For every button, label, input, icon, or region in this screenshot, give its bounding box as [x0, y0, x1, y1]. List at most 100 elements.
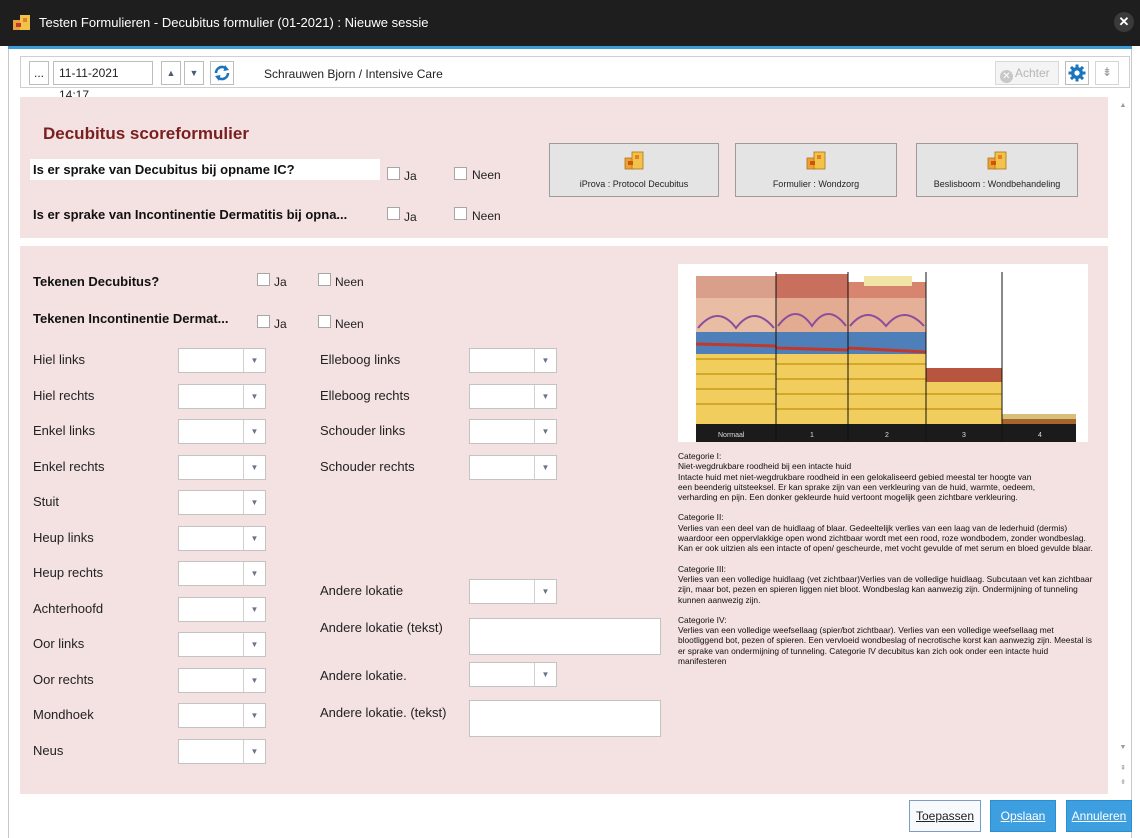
checkbox-q1-yes[interactable] [387, 167, 400, 180]
location-dropdown[interactable]: ▼ [178, 490, 266, 515]
checkbox-label: Neen [335, 275, 364, 289]
close-icon[interactable]: ✕ [1114, 12, 1134, 32]
field-label: Andere lokatie (tekst) [320, 620, 443, 635]
field-label: Stuit [33, 494, 60, 509]
form-title: Decubitus scoreformulier [43, 124, 249, 143]
chevron-down-icon: ▼ [534, 385, 556, 408]
back-button-label: Achter [1015, 66, 1050, 80]
checkbox-q1-no[interactable] [454, 167, 467, 180]
toolbar: ... 11-11-2021 14:17 ▲ ▼ Schrauwen Bjorn… [20, 56, 1130, 102]
field-label: Enkel links [33, 423, 96, 438]
question-signs-decubitus: Tekenen Decubitus? [33, 274, 160, 289]
location-dropdown[interactable]: ▼ [178, 597, 266, 622]
location-dropdown[interactable]: ▼ [178, 348, 266, 373]
field-label: Elleboog links [320, 352, 401, 367]
checkbox-label: Ja [404, 210, 417, 224]
text-andere-lokatie[interactable] [469, 618, 661, 655]
location-dropdown[interactable]: ▼ [178, 739, 266, 764]
location-dropdown[interactable]: ▼ [178, 384, 266, 409]
location-dropdown[interactable]: ▼ [178, 561, 266, 586]
text-andere-lokatie-2[interactable] [469, 700, 661, 737]
chevron-down-icon: ▼ [243, 420, 265, 443]
image-label: 2 [885, 432, 889, 439]
form-link-button[interactable]: iProva : Protocol Decubitus [549, 143, 719, 197]
apply-button[interactable]: Toepassen [909, 800, 981, 832]
back-button[interactable]: ✕ Achter [995, 61, 1059, 85]
checkbox-signs-yes[interactable] [257, 273, 270, 286]
form-link-button[interactable]: Beslisboom : Wondbehandeling [916, 143, 1078, 197]
scroll-up-icon[interactable]: ▲ [1116, 102, 1130, 109]
checkbox-label: Ja [274, 317, 287, 331]
chevron-down-icon: ▼ [243, 633, 265, 656]
scroll-page-down-icon[interactable]: ⇟ [1116, 778, 1130, 786]
image-label: 1 [810, 432, 814, 439]
location-dropdown[interactable]: ▼ [178, 455, 266, 480]
datetime-field[interactable]: 11-11-2021 14:17 [53, 61, 153, 102]
patient-info: Schrauwen Bjorn / Intensive Care [264, 67, 443, 81]
chevron-up-icon[interactable]: ▲ [161, 61, 181, 85]
field-label: Oor links [33, 636, 85, 651]
checkbox-signs-ind-yes[interactable] [257, 315, 270, 328]
vertical-scrollbar[interactable]: ▲ ▼ ⇞ ⇟ [1116, 96, 1130, 796]
field-label: Elleboog rechts [320, 388, 410, 403]
checkbox-signs-no[interactable] [318, 273, 331, 286]
checkbox-q2-no[interactable] [454, 207, 467, 220]
close-circle-icon: ✕ [1000, 70, 1013, 83]
location-dropdown[interactable]: ▼ [178, 526, 266, 551]
location-dropdown[interactable]: ▼ [178, 419, 266, 444]
chevron-down-icon: ▼ [534, 349, 556, 372]
location-dropdown[interactable]: ▼ [178, 703, 266, 728]
form-link-button-label: Beslisboom : Wondbehandeling [933, 179, 1061, 189]
field-label: Neus [33, 743, 64, 758]
puzzle-icon [806, 151, 826, 170]
chevron-down-icon: ▼ [534, 456, 556, 479]
category-2-text: Categorie II: Verlies van een deel van d… [678, 512, 1093, 554]
save-button[interactable]: Opslaan [990, 800, 1056, 832]
chevron-down-icon: ▼ [243, 704, 265, 727]
dropdown-andere-lokatie-2[interactable]: ▼ [469, 662, 557, 687]
chevron-down-icon: ▼ [243, 456, 265, 479]
field-label: Heup links [33, 530, 94, 545]
location-dropdown[interactable]: ▼ [469, 348, 557, 373]
window-title: Testen Formulieren - Decubitus formulier… [39, 15, 429, 30]
location-dropdown[interactable]: ▼ [178, 668, 266, 693]
chevron-down-icon: ▼ [243, 527, 265, 550]
browse-button[interactable]: ... [29, 61, 49, 85]
field-label: Enkel rechts [33, 459, 105, 474]
chevron-down-icon: ▼ [534, 580, 556, 603]
field-label: Andere lokatie [320, 583, 404, 598]
chevron-down-icon: ▼ [243, 562, 265, 585]
question-incontinence-admission: Is er sprake van Incontinentie Dermatiti… [33, 207, 348, 222]
chevron-down-icon: ▼ [243, 491, 265, 514]
scroll-down-icon[interactable]: ▼ [1116, 744, 1130, 751]
panel-separator [20, 238, 1108, 246]
puzzle-icon [624, 151, 644, 170]
chevron-down-icon: ▼ [534, 663, 556, 686]
refresh-button[interactable] [210, 61, 234, 85]
field-label: Hiel rechts [33, 388, 95, 403]
chevron-down-icon[interactable]: ▼ [184, 61, 204, 85]
location-dropdown[interactable]: ▼ [469, 384, 557, 409]
cancel-button[interactable]: Annuleren [1066, 800, 1132, 832]
question-signs-incontinence: Tekenen Incontinentie Dermat... [33, 311, 229, 326]
puzzle-icon [987, 151, 1007, 170]
checkbox-q2-yes[interactable] [387, 207, 400, 220]
checkbox-signs-ind-no[interactable] [318, 315, 331, 328]
chevron-down-icon: ▼ [243, 669, 265, 692]
category-4-text: Categorie IV: Verlies van een volledige … [678, 614, 1092, 667]
form-link-button-label: Formulier : Wondzorg [772, 179, 860, 189]
location-dropdown[interactable]: ▼ [469, 419, 557, 444]
download-icon[interactable]: ⇟ [1095, 61, 1119, 85]
chevron-down-icon: ▼ [534, 420, 556, 443]
field-label: Schouder links [320, 423, 406, 438]
form-link-button[interactable]: Formulier : Wondzorg [735, 143, 897, 197]
refresh-icon [214, 65, 230, 81]
chevron-down-icon: ▼ [243, 349, 265, 372]
field-label: Hiel links [33, 352, 86, 367]
dropdown-andere-lokatie[interactable]: ▼ [469, 579, 557, 604]
settings-button[interactable] [1065, 61, 1089, 85]
scroll-page-up-icon[interactable]: ⇞ [1116, 764, 1130, 772]
location-dropdown[interactable]: ▼ [469, 455, 557, 480]
location-dropdown[interactable]: ▼ [178, 632, 266, 657]
gear-icon [1068, 64, 1086, 82]
